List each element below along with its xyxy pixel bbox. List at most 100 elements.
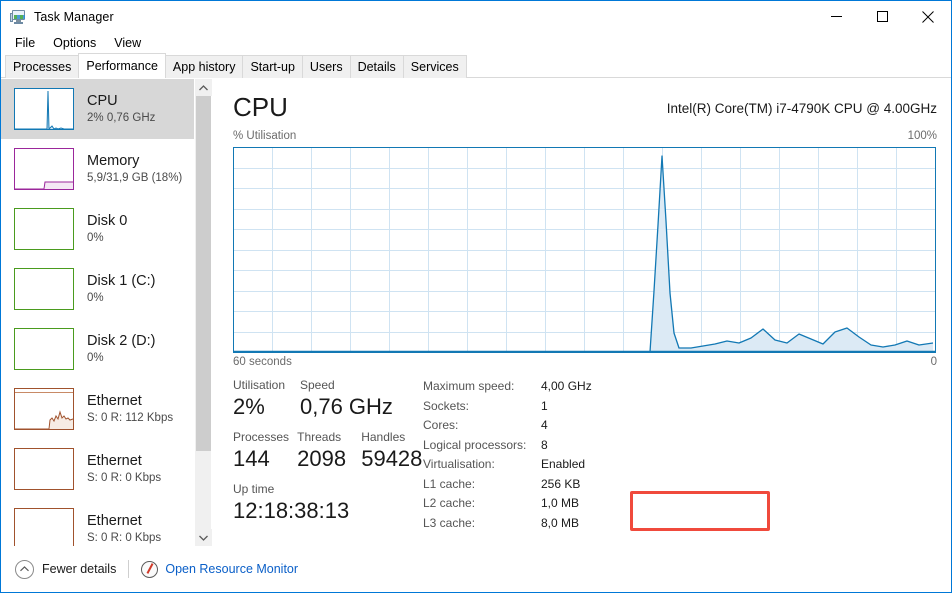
spec-row-logical-processors: Logical processors: 8: [423, 436, 673, 456]
sidebar-item-ethernet-3[interactable]: Ethernet S: 0 R: 0 Kbps: [1, 499, 194, 546]
cpu-graph-line: [649, 155, 934, 352]
chevron-up-icon[interactable]: [195, 79, 212, 96]
ethernet-1-thumbnail-graph: [14, 388, 74, 430]
stat-threads-value: 2098: [297, 446, 347, 471]
cpu-utilisation-graph: [233, 147, 936, 353]
spec-l3-cache-value: 8,0 MB: [541, 515, 580, 530]
sidebar-item-disk-0[interactable]: Disk 0 0%: [1, 199, 194, 259]
graph-axis-max: 100%: [907, 130, 937, 142]
spec-row-maximum-speed: Maximum speed: 4,00 GHz: [423, 377, 673, 397]
graph-gridlines: [234, 148, 935, 352]
stat-uptime-label: Up time: [233, 482, 275, 496]
cpu-model-label: Intel(R) Core(TM) i7-4790K CPU @ 4.00GHz: [666, 101, 937, 116]
stat-processes: Processes 144: [233, 429, 297, 473]
spec-l3-cache-label: L3 cache:: [423, 515, 476, 530]
spec-logical-processors-value: 8: [541, 437, 548, 452]
page-title: CPU: [233, 92, 288, 122]
sidebar-item-ethernet-1-sub: S: 0 R: 112 Kbps: [87, 412, 174, 424]
spec-virtualisation-label: Virtualisation:: [423, 457, 495, 471]
sidebar-item-memory-sub: 5,9/31,9 GB (18%): [87, 172, 183, 184]
sidebar-item-disk-1-sub: 0%: [87, 292, 104, 304]
sidebar-item-ethernet-3-title: Ethernet: [87, 513, 142, 529]
stat-speed: Speed 0,76 GHz: [300, 377, 393, 421]
sidebar-item-disk-1-title: Disk 1 (C:): [87, 273, 156, 289]
tab-performance[interactable]: Performance: [78, 53, 166, 78]
graph-axis-label-x: 60 seconds: [233, 356, 292, 368]
sidebar-item-ethernet-1[interactable]: Ethernet S: 0 R: 112 Kbps: [1, 379, 194, 439]
tab-services[interactable]: Services: [402, 55, 467, 78]
memory-thumbnail-graph: [14, 148, 74, 190]
status-bar: Fewer details Open Resource Monitor: [1, 546, 951, 592]
spec-sockets-value: 1: [541, 398, 548, 413]
sidebar-item-disk-0-text: Disk 0 0%: [87, 212, 127, 246]
graph-axis-label-y: % Utilisation: [233, 130, 297, 142]
disk-0-thumbnail-graph: [14, 208, 74, 250]
sidebar-item-cpu-title: CPU: [87, 93, 118, 109]
sidebar-item-ethernet-1-title: Ethernet: [87, 393, 142, 409]
spec-virtualisation-value: Enabled: [541, 457, 586, 471]
spec-cores-value: 4: [541, 418, 548, 432]
resource-sidebar: CPU 2% 0,76 GHz Memory 5,9/31,9 GB (18%): [1, 79, 194, 546]
menu-item-options[interactable]: Options: [45, 34, 104, 52]
stat-threads: Threads 2098: [297, 429, 361, 473]
menu-item-view[interactable]: View: [106, 34, 149, 52]
spec-row-virtualisation: Virtualisation: Enabled: [423, 455, 673, 475]
spec-maximum-speed-value: 4,00 GHz: [541, 379, 592, 393]
menu-bar: File Options View: [1, 32, 951, 54]
disk-2-thumbnail-graph: [14, 328, 74, 370]
spec-row-l3-cache: L3 cache: 8,0 MB: [423, 514, 673, 534]
sidebar-item-disk-2-sub: 0%: [87, 352, 104, 364]
sidebar-item-disk-2-text: Disk 2 (D:) 0%: [87, 332, 155, 366]
tab-details[interactable]: Details: [349, 55, 404, 78]
chevron-up-circle-icon: [15, 559, 34, 579]
sidebar-item-ethernet-1-text: Ethernet S: 0 R: 112 Kbps: [87, 392, 173, 426]
sidebar-item-ethernet-3-text: Ethernet S: 0 R: 0 Kbps: [87, 512, 161, 546]
sidebar-item-disk-2[interactable]: Disk 2 (D:) 0%: [1, 319, 194, 379]
chevron-down-icon[interactable]: [195, 529, 212, 546]
tab-users[interactable]: Users: [301, 55, 351, 78]
stat-speed-value: 0,76 GHz: [300, 394, 393, 419]
fewer-details-button[interactable]: Fewer details: [15, 559, 116, 579]
sidebar-item-disk-0-sub: 0%: [87, 232, 104, 244]
ethernet-2-thumbnail-graph: [14, 448, 74, 490]
sidebar-item-cpu[interactable]: CPU 2% 0,76 GHz: [1, 79, 194, 139]
stat-uptime-value: 12:18:38:13: [233, 498, 350, 523]
sidebar-item-disk-1-text: Disk 1 (C:) 0%: [87, 272, 155, 306]
maximize-button[interactable]: [859, 1, 905, 32]
stat-threads-label: Threads: [297, 430, 342, 444]
task-manager-window: Task Manager File Options View Processes…: [0, 0, 952, 593]
tab-processes[interactable]: Processes: [5, 55, 80, 78]
tab-strip: Processes Performance App history Start-…: [1, 53, 951, 78]
spec-maximum-speed-label: Maximum speed:: [423, 379, 515, 393]
sidebar-item-cpu-text: CPU 2% 0,76 GHz: [87, 92, 155, 126]
sidebar-item-disk-1[interactable]: Disk 1 (C:) 0%: [1, 259, 194, 319]
spec-row-cores: Cores: 4: [423, 416, 673, 436]
spec-l2-cache-label: L2 cache:: [423, 496, 476, 510]
sidebar-item-ethernet-2-text: Ethernet S: 0 R: 0 Kbps: [87, 452, 161, 486]
cpu-thumbnail-graph: [14, 88, 74, 130]
menu-item-file[interactable]: File: [7, 34, 43, 52]
window-controls: [813, 1, 951, 32]
scrollbar-thumb[interactable]: [196, 96, 211, 451]
sidebar-item-disk-2-title: Disk 2 (D:): [87, 333, 156, 349]
tab-app-history[interactable]: App history: [164, 55, 244, 78]
spec-sockets-label: Sockets:: [423, 398, 470, 413]
cpu-panel: CPU Intel(R) Core(TM) i7-4790K CPU @ 4.0…: [212, 79, 951, 546]
tab-start-up[interactable]: Start-up: [242, 55, 303, 78]
graph-axis-min: 0: [930, 356, 937, 368]
sidebar-item-ethernet-2[interactable]: Ethernet S: 0 R: 0 Kbps: [1, 439, 194, 499]
open-resource-monitor-link[interactable]: Open Resource Monitor: [165, 562, 298, 576]
minimize-button[interactable]: [813, 1, 859, 32]
spec-logical-processors-label: Logical processors:: [423, 437, 527, 452]
stat-utilisation-label: Utilisation: [233, 378, 286, 392]
cpu-specs-list: Maximum speed: 4,00 GHz Sockets: 1 Cores…: [423, 377, 770, 534]
stat-uptime: Up time 12:18:38:13: [233, 481, 433, 525]
spec-l1-cache-value: 256 KB: [541, 476, 581, 491]
sidebar-item-ethernet-3-sub: S: 0 R: 0 Kbps: [87, 532, 162, 544]
close-button[interactable]: [905, 1, 951, 32]
cpu-summary-stats: Utilisation 2% Speed 0,76 GHz Processes …: [233, 377, 433, 533]
sidebar-item-memory[interactable]: Memory 5,9/31,9 GB (18%): [1, 139, 194, 199]
sidebar-scrollbar[interactable]: [194, 79, 212, 546]
spec-cores-label: Cores:: [423, 418, 459, 432]
sidebar-item-memory-title: Memory: [87, 153, 140, 169]
